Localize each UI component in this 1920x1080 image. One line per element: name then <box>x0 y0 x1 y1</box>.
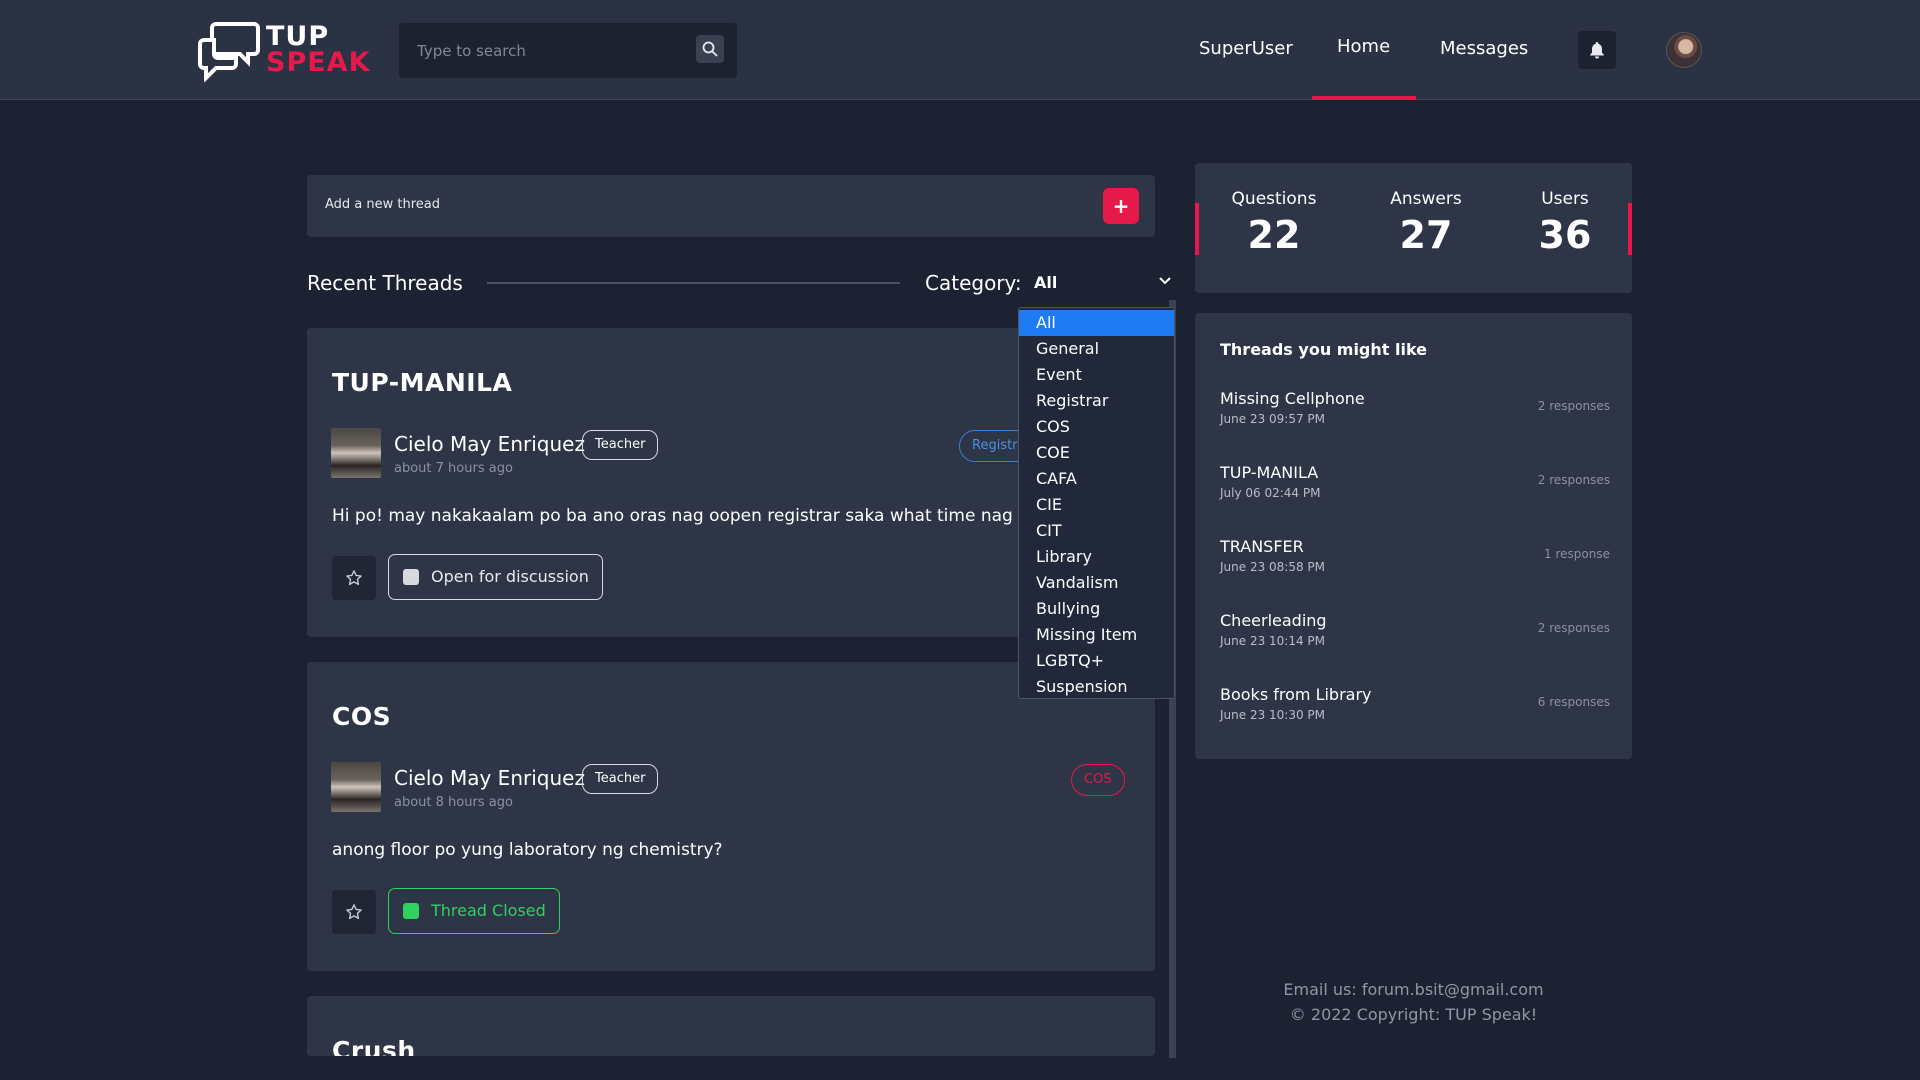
dropdown-option-cos[interactable]: COS <box>1019 414 1174 440</box>
stat-users: Users 36 <box>1520 189 1610 257</box>
dropdown-option-all[interactable]: All <box>1019 310 1174 336</box>
chat-bubbles-icon <box>198 22 260 82</box>
stat-label: Answers <box>1390 189 1462 209</box>
stats-panel: Questions 22 Answers 27 Users 36 <box>1195 163 1632 293</box>
star-icon <box>346 904 362 920</box>
stat-answers: Answers 27 <box>1381 189 1471 257</box>
author-name: Cielo May Enriquez <box>394 766 585 790</box>
author-name: Cielo May Enriquez <box>394 432 585 456</box>
role-badge: Teacher <box>582 764 659 794</box>
dropdown-option-event[interactable]: Event <box>1019 362 1174 388</box>
suggested-thread-responses: 2 responses <box>1537 399 1610 413</box>
suggested-thread-date: June 23 09:57 PM <box>1220 412 1326 426</box>
suggested-thread-item[interactable]: Cheerleading June 23 10:14 PM 2 response… <box>1220 611 1610 659</box>
dropdown-option-cafa[interactable]: CAFA <box>1019 466 1174 492</box>
stat-value: 22 <box>1247 213 1301 257</box>
user-avatar[interactable] <box>1666 32 1702 68</box>
footer-email: Email us: forum.bsit@gmail.com <box>1283 980 1544 999</box>
favorite-button[interactable] <box>332 890 376 934</box>
author-avatar <box>331 428 381 478</box>
suggested-thread-item[interactable]: TRANSFER June 23 08:58 PM 1 response <box>1220 537 1610 585</box>
thread-body: anong floor po yung laboratory ng chemis… <box>332 840 723 860</box>
add-thread-button[interactable]: + <box>1103 188 1139 224</box>
status-label: Open for discussion <box>431 567 589 586</box>
stat-value: 36 <box>1538 213 1592 257</box>
suggested-thread-date: June 23 08:58 PM <box>1220 560 1326 574</box>
thread-title[interactable]: Crush <box>332 1036 416 1056</box>
suggested-thread-item[interactable]: Books from Library June 23 10:30 PM 6 re… <box>1220 685 1610 733</box>
dropdown-option-coe[interactable]: COE <box>1019 440 1174 466</box>
suggested-threads-panel: Threads you might like Missing Cellphone… <box>1195 313 1632 759</box>
notifications-button[interactable] <box>1578 31 1616 69</box>
category-select-value[interactable]: All <box>1034 273 1057 292</box>
status-closed-button[interactable]: Thread Closed <box>388 888 560 934</box>
nav-messages[interactable]: Messages <box>1440 38 1528 59</box>
suggested-thread-responses: 2 responses <box>1537 473 1610 487</box>
stat-questions: Questions 22 <box>1229 189 1319 257</box>
suggested-threads-title: Threads you might like <box>1220 340 1428 359</box>
section-divider <box>487 282 900 284</box>
dropdown-option-cit[interactable]: CIT <box>1019 518 1174 544</box>
suggested-thread-responses: 1 response <box>1544 547 1610 561</box>
nav-home[interactable]: Home <box>1337 36 1390 57</box>
chat-icon <box>403 569 419 585</box>
thread-title[interactable]: COS <box>332 702 391 731</box>
suggested-thread-item[interactable]: TUP-MANILA July 06 02:44 PM 2 responses <box>1220 463 1610 511</box>
dropdown-option-bullying[interactable]: Bullying <box>1019 596 1174 622</box>
thread-card[interactable]: COS Cielo May Enriquez Teacher about 8 h… <box>307 662 1155 971</box>
category-badge: COS <box>1071 764 1125 796</box>
accent-bar <box>1195 203 1199 255</box>
dropdown-option-general[interactable]: General <box>1019 336 1174 362</box>
status-open-button[interactable]: Open for discussion <box>388 554 603 600</box>
add-thread-bar[interactable]: Add a new thread + <box>307 175 1155 237</box>
thread-body: Hi po! may nakakaalam po ba ano oras nag… <box>332 506 1062 526</box>
nav-superuser[interactable]: SuperUser <box>1199 38 1293 59</box>
suggested-thread-responses: 2 responses <box>1537 621 1610 635</box>
star-icon <box>346 570 362 586</box>
dropdown-option-suspension[interactable]: Suspension <box>1019 674 1174 698</box>
post-time: about 8 hours ago <box>394 795 513 810</box>
tup-speak-logo[interactable]: TUP SPEAK <box>198 18 371 84</box>
search-bar <box>399 23 737 78</box>
thread-title[interactable]: TUP-MANILA <box>332 368 512 397</box>
stat-label: Users <box>1541 189 1589 209</box>
category-dropdown[interactable]: All General Event Registrar COS COE CAFA… <box>1018 307 1175 699</box>
search-icon <box>702 41 718 57</box>
dropdown-option-library[interactable]: Library <box>1019 544 1174 570</box>
recent-threads-title: Recent Threads <box>307 271 463 295</box>
post-time: about 7 hours ago <box>394 461 513 476</box>
author-avatar <box>331 762 381 812</box>
top-navbar: TUP SPEAK SuperUser Home Messages <box>0 0 1920 100</box>
dropdown-option-lgbtq[interactable]: LGBTQ+ <box>1019 648 1174 674</box>
suggested-thread-date: June 23 10:30 PM <box>1220 708 1326 722</box>
bell-icon <box>1590 42 1604 59</box>
chevron-down-icon[interactable] <box>1158 276 1172 286</box>
suggested-thread-responses: 6 responses <box>1537 695 1610 709</box>
dropdown-option-missing-item[interactable]: Missing Item <box>1019 622 1174 648</box>
search-button[interactable] <box>696 35 724 63</box>
logo-text-bottom: SPEAK <box>266 47 371 78</box>
category-label: Category: <box>925 271 1022 295</box>
footer-copyright: © 2022 Copyright: TUP Speak! <box>1289 1005 1538 1024</box>
dropdown-option-vandalism[interactable]: Vandalism <box>1019 570 1174 596</box>
close-box-icon <box>403 903 419 919</box>
search-input[interactable] <box>399 23 689 78</box>
suggested-thread-item[interactable]: Missing Cellphone June 23 09:57 PM 2 res… <box>1220 389 1610 437</box>
suggested-thread-date: June 23 10:14 PM <box>1220 634 1326 648</box>
favorite-button[interactable] <box>332 556 376 600</box>
dropdown-option-registrar[interactable]: Registrar <box>1019 388 1174 414</box>
accent-bar <box>1628 203 1632 255</box>
role-badge: Teacher <box>582 430 659 460</box>
dropdown-option-cie[interactable]: CIE <box>1019 492 1174 518</box>
add-thread-label: Add a new thread <box>325 197 441 212</box>
suggested-thread-date: July 06 02:44 PM <box>1220 486 1321 500</box>
stat-value: 27 <box>1399 213 1453 257</box>
active-nav-indicator <box>1312 96 1416 100</box>
thread-card[interactable]: Crush <box>307 996 1155 1056</box>
status-label: Thread Closed <box>431 901 546 920</box>
stat-label: Questions <box>1231 189 1317 209</box>
